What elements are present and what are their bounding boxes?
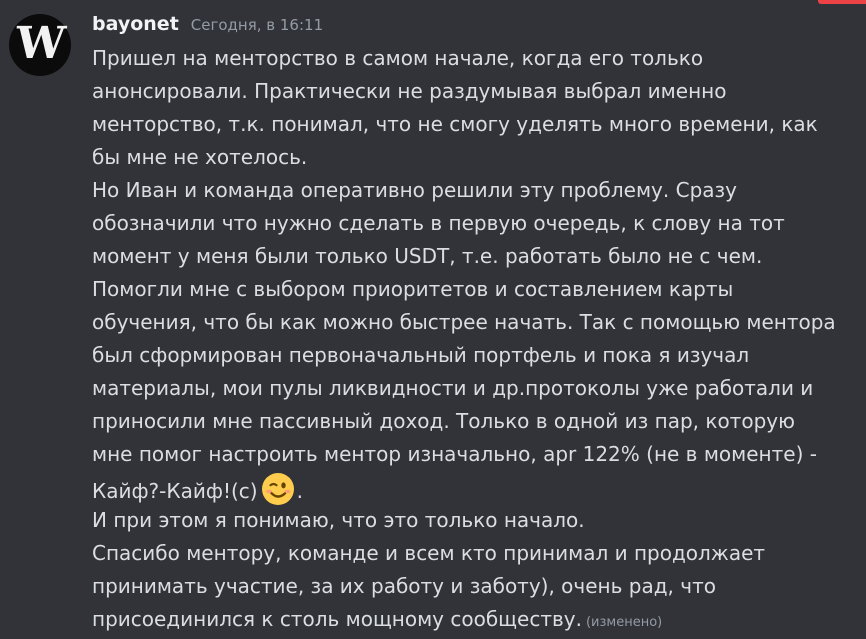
message-timestamp[interactable]: Сегодня, в 16:11 [191, 16, 323, 34]
winking-face-emoji-icon[interactable] [260, 471, 296, 507]
edited-label[interactable]: (изменено) [586, 615, 662, 630]
message-line: момент у меня были только USDT, т.е. раб… [92, 244, 763, 268]
emoji-line-period: . [296, 479, 303, 503]
message-line: был сформирован первоначальный портфель … [92, 343, 750, 367]
message-line-text: присоединился к столь мощному сообществу… [92, 607, 582, 631]
username[interactable]: bayonet [92, 13, 179, 35]
message-line: менторство, т.к. понимал, что не смогу у… [92, 112, 818, 136]
message-line: приносили мне пассивный доход. Только в … [92, 409, 795, 433]
message-last-line: присоединился к столь мощному сообществу… [92, 603, 862, 636]
message-line: материалы, мои пулы ликвидности и др.про… [92, 376, 814, 400]
message-line: Пришел на менторство в самом начале, ког… [92, 46, 704, 70]
message-line: бы мне не хотелось. [92, 145, 308, 169]
emoji-line-text: Кайф?-Кайф!(с) [92, 479, 258, 503]
message-line: Помогли мне с выбором приоритетов и сост… [92, 277, 734, 301]
message-line: Но Иван и команда оперативно решили эту … [92, 178, 737, 202]
message-content: Пришел на менторство в самом начале, ког… [92, 42, 862, 636]
avatar-monogram: W [14, 18, 66, 69]
message-line: принимать участие, за их работу и заботу… [92, 574, 716, 598]
message-line: Спасибо ментору, команде и всем кто прин… [92, 541, 766, 565]
message-line: обозначили что нужно сделать в первую оч… [92, 211, 785, 235]
chat-message: W bayonet Сегодня, в 16:11 Пришел на мен… [0, 0, 866, 637]
message-line: обучения, что бы как можно быстрее начат… [92, 310, 836, 334]
message-line: анонсировали. Практически не раздумывая … [92, 79, 727, 103]
avatar[interactable]: W [9, 14, 71, 76]
message-line: И при этом я понимаю, что это только нач… [92, 508, 585, 532]
message-header: bayonet Сегодня, в 16:11 [92, 13, 323, 39]
message-line-with-emoji: Кайф?-Кайф!(с) . [92, 471, 862, 507]
message-line: мне помог настроить ментор изначально, a… [92, 442, 817, 466]
